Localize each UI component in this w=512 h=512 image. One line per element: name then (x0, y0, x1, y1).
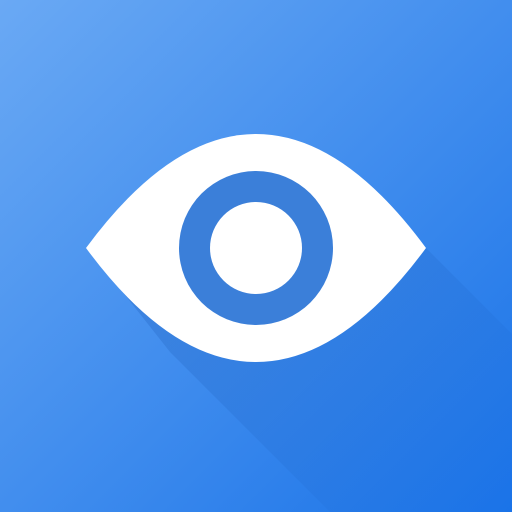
eye-pupil (210, 202, 302, 294)
app-icon (0, 0, 512, 512)
eye-icon-graphic (0, 0, 512, 512)
